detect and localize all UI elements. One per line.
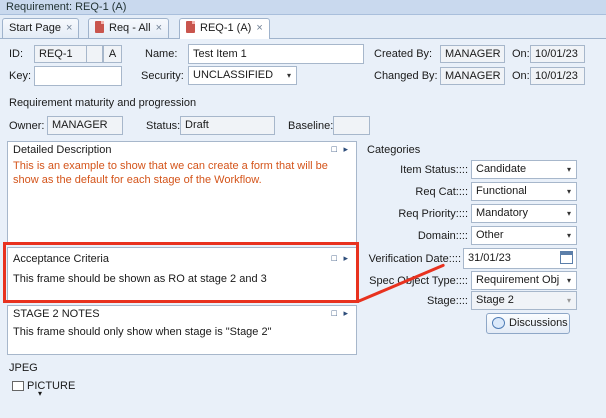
chevron-down-icon: ▾ <box>566 231 571 240</box>
verification-date-label: Verification Date:::: <box>368 253 461 265</box>
stage-2-notes-frame: STAGE 2 NOTES □ ▸ This frame should only… <box>7 305 357 355</box>
item-status-value: Candidate <box>476 163 527 175</box>
tab-label: REQ-1 (A) <box>200 22 252 34</box>
frame-controls-icon[interactable]: □ ▸ <box>332 144 350 155</box>
stage-2-notes-text[interactable]: This frame should only show when stage i… <box>13 325 350 339</box>
speech-bubble-icon <box>492 317 505 329</box>
req-priority-value: Mandatory <box>476 207 528 219</box>
chevron-down-icon: ▾ <box>566 296 571 305</box>
revision-field: A <box>103 45 122 63</box>
domain-dropdown[interactable]: Other ▾ <box>471 226 577 245</box>
id-spacer-field <box>87 45 103 63</box>
spec-object-type-dropdown[interactable]: Requirement Obj ▾ <box>471 271 577 290</box>
categories-title: Categories <box>367 144 421 156</box>
domain-value: Other <box>476 229 504 241</box>
spec-object-type-value: Requirement Obj <box>476 274 560 286</box>
security-dropdown[interactable]: UNCLASSIFIED ▾ <box>188 66 297 85</box>
domain-label: Domain:::: <box>417 230 468 242</box>
req-cat-label: Req Cat:::: <box>415 186 468 198</box>
created-on-field: 10/01/23 <box>530 45 585 63</box>
name-label: Name: <box>145 48 178 60</box>
name-field[interactable]: Test Item 1 <box>188 44 364 64</box>
picture-label[interactable]: PICTURE <box>27 377 75 395</box>
chevron-down-icon[interactable]: ▾ <box>38 389 42 399</box>
req-cat-dropdown[interactable]: Functional ▾ <box>471 182 577 201</box>
discussions-label: Discussions <box>509 317 568 329</box>
discussions-button[interactable]: Discussions <box>486 313 570 334</box>
tab-label: Start Page <box>9 22 61 34</box>
baseline-field <box>333 116 370 135</box>
security-label: Security: <box>141 70 184 82</box>
req-cat-value: Functional <box>476 185 527 197</box>
detailed-description-title: Detailed Description <box>13 144 112 156</box>
changed-on-field: 10/01/23 <box>530 67 585 85</box>
calendar-icon[interactable] <box>560 251 573 264</box>
document-icon <box>186 21 195 33</box>
id-label: ID: <box>9 48 24 60</box>
picture-icon[interactable] <box>12 381 24 391</box>
detailed-description-frame: Detailed Description □ ▸ This is an exam… <box>7 141 357 245</box>
owner-label: Owner: <box>9 120 45 132</box>
created-by-label: Created By: <box>374 48 433 60</box>
tab-req-1[interactable]: REQ-1 (A) × <box>179 18 270 39</box>
key-label: Key: <box>9 70 32 82</box>
chevron-down-icon: ▾ <box>566 165 571 174</box>
stage-dropdown[interactable]: Stage 2 ▾ <box>471 291 577 310</box>
document-icon <box>95 21 104 33</box>
owner-field: MANAGER <box>47 116 123 135</box>
tab-start-page[interactable]: Start Page × <box>2 18 80 38</box>
verification-date-field[interactable]: 31/01/23 <box>463 248 577 269</box>
detailed-description-text[interactable]: This is an example to show that we can c… <box>13 159 350 187</box>
baseline-label: Baseline: <box>288 120 334 132</box>
key-field[interactable] <box>34 66 122 86</box>
maturity-section-title: Requirement maturity and progression <box>9 97 197 109</box>
item-status-dropdown[interactable]: Candidate ▾ <box>471 160 577 179</box>
status-label: Status: <box>146 120 181 132</box>
security-value: UNCLASSIFIED <box>193 69 274 81</box>
chevron-down-icon: ▾ <box>566 209 571 218</box>
req-priority-dropdown[interactable]: Mandatory ▾ <box>471 204 577 223</box>
chevron-down-icon: ▾ <box>286 71 291 80</box>
stage-value: Stage 2 <box>476 294 514 306</box>
item-status-label: Item Status:::: <box>400 164 468 176</box>
created-by-field: MANAGER <box>440 45 505 63</box>
close-icon[interactable]: × <box>156 22 162 34</box>
status-field: Draft <box>180 116 275 135</box>
req-priority-label: Req Priority:::: <box>398 208 468 220</box>
jpeg-label: JPEG <box>9 362 38 374</box>
id-field: REQ-1 <box>34 45 87 63</box>
tab-label: Req - All <box>109 22 151 34</box>
close-icon[interactable]: × <box>256 22 262 34</box>
changed-by-label: Changed By: <box>374 70 438 82</box>
changed-on-label: On: <box>512 70 530 82</box>
annotation-highlight-box <box>3 242 359 303</box>
stage-2-notes-title: STAGE 2 NOTES <box>13 308 100 320</box>
chevron-down-icon: ▾ <box>566 276 571 285</box>
tab-req-all[interactable]: Req - All × <box>88 18 170 38</box>
changed-by-field: MANAGER <box>440 67 505 85</box>
created-on-label: On: <box>512 48 530 60</box>
verification-date-value: 31/01/23 <box>468 252 511 264</box>
chevron-down-icon: ▾ <box>566 187 571 196</box>
window-title: Requirement: REQ-1 (A) <box>0 0 606 15</box>
frame-controls-icon[interactable]: □ ▸ <box>332 308 350 319</box>
close-icon[interactable]: × <box>66 22 72 34</box>
